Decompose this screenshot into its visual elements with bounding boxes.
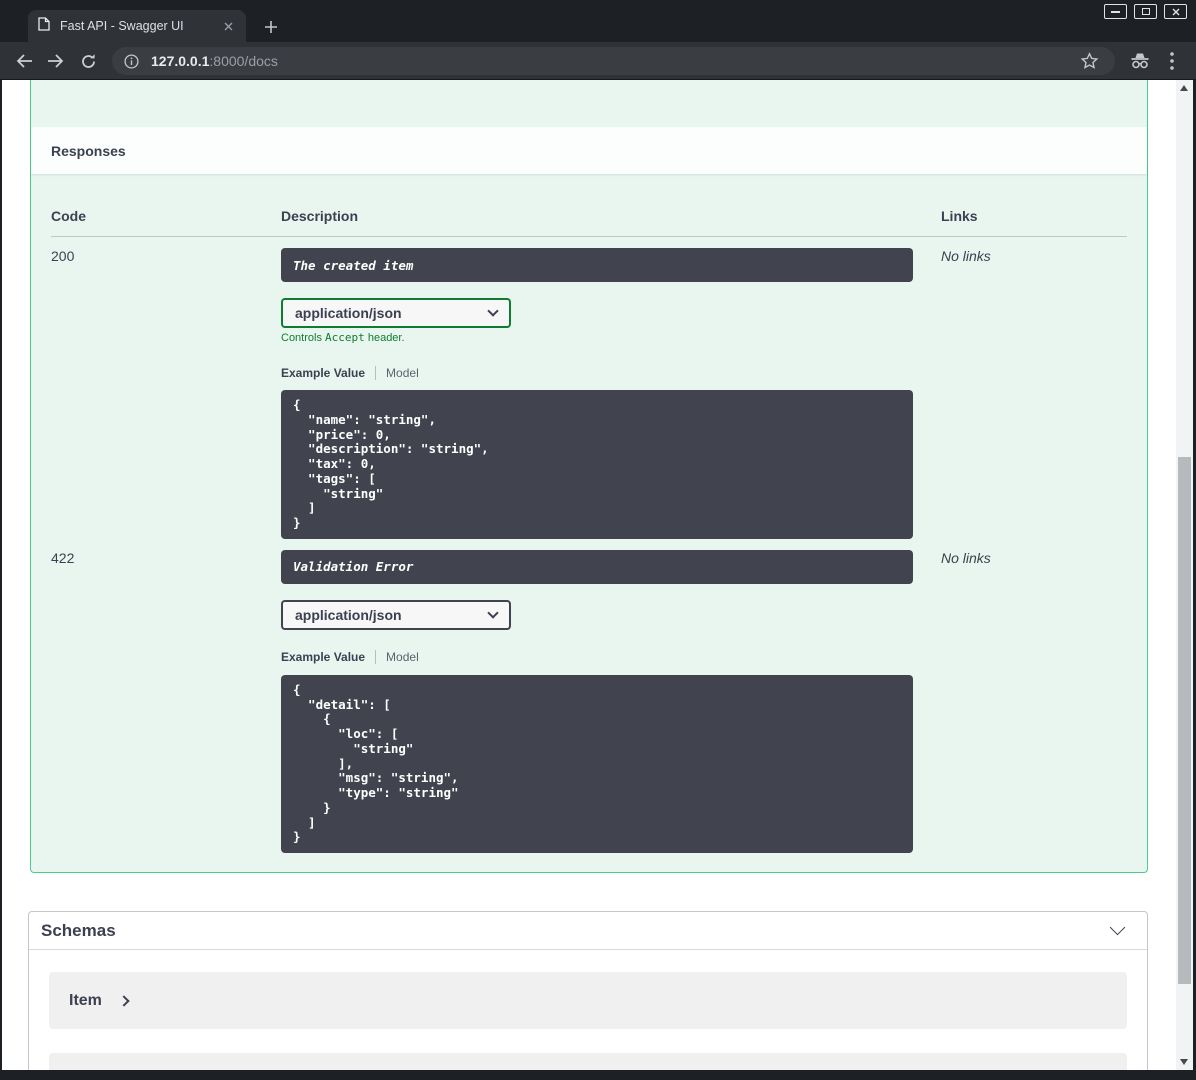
tab-title: Fast API - Swagger UI xyxy=(60,19,184,33)
response-code-422: 422 xyxy=(51,549,75,566)
media-type-select-422[interactable]: application/json xyxy=(281,599,511,630)
forward-button[interactable] xyxy=(45,51,67,71)
schemas-title: Schemas xyxy=(41,920,116,940)
responses-section-header: Responses xyxy=(31,127,1147,174)
endpoint-panel-spacer xyxy=(31,80,1147,127)
response-description-200: The created item application/json Contro… xyxy=(281,237,941,539)
response-links-200: No links xyxy=(941,248,991,264)
response-description-box: The created item xyxy=(281,248,913,282)
browser-menu-icon[interactable] xyxy=(1160,50,1184,72)
column-header-code: Code xyxy=(51,194,281,237)
example-model-tabs: Example Value Model xyxy=(281,365,941,380)
media-type-select-200[interactable]: application/json xyxy=(281,298,511,328)
browser-tab[interactable]: Fast API - Swagger UI xyxy=(28,10,246,42)
incognito-icon xyxy=(1128,50,1152,72)
tab-separator xyxy=(375,650,377,665)
bookmark-star-icon[interactable] xyxy=(1080,52,1099,70)
responses-title: Responses xyxy=(51,142,126,159)
scroll-down-arrow-icon[interactable] xyxy=(1180,1059,1188,1065)
response-links-422: No links xyxy=(941,549,991,566)
url-path: :8000/docs xyxy=(209,53,278,69)
column-header-links: Links xyxy=(941,194,1127,237)
page-viewport: Responses Code Description Links 200 The… xyxy=(2,80,1193,1070)
address-bar[interactable]: 127.0.0.1:8000/docs xyxy=(112,47,1115,75)
example-model-tabs: Example Value Model xyxy=(281,650,941,665)
tab-close-icon[interactable] xyxy=(220,18,236,34)
url-text: 127.0.0.1:8000/docs xyxy=(151,53,1080,69)
url-host: 127.0.0.1 xyxy=(151,53,210,69)
schema-validationerror-card[interactable]: ValidationError xyxy=(49,1053,1127,1070)
accept-header-note: Controls Accept header. xyxy=(281,331,405,344)
chevron-down-icon xyxy=(487,607,499,619)
swagger-content: Responses Code Description Links 200 The… xyxy=(2,80,1176,1070)
tab-example-value[interactable]: Example Value xyxy=(281,366,365,380)
response-description-422: Validation Error application/json Exampl… xyxy=(281,539,941,853)
browser-window: Fast API - Swagger UI 127.0.0.1:8000/doc… xyxy=(0,0,1196,1080)
chevron-down-icon[interactable] xyxy=(1109,919,1126,936)
minimize-button[interactable] xyxy=(1104,4,1127,19)
schema-item-card[interactable]: Item xyxy=(49,972,1127,1029)
scrollbar-thumb[interactable] xyxy=(1178,457,1191,984)
close-button[interactable] xyxy=(1164,4,1187,19)
reload-button[interactable] xyxy=(77,51,99,71)
responses-table: Code Description Links 200 The created i… xyxy=(31,174,1147,872)
schemas-header[interactable]: Schemas xyxy=(29,912,1147,950)
schemas-section: Schemas Item ValidationError xyxy=(28,911,1148,1070)
maximize-button[interactable] xyxy=(1134,4,1157,19)
browser-toolbar: 127.0.0.1:8000/docs xyxy=(0,42,1196,80)
response-code-200: 200 xyxy=(51,248,75,264)
new-tab-button[interactable] xyxy=(258,14,284,40)
schemas-models: Item ValidationError xyxy=(29,950,1147,1070)
titlebar: Fast API - Swagger UI xyxy=(0,0,1196,42)
tab-separator xyxy=(375,365,377,380)
tab-example-value[interactable]: Example Value xyxy=(281,650,365,664)
endpoint-panel: Responses Code Description Links 200 The… xyxy=(30,80,1148,873)
page-scrollbar[interactable] xyxy=(1176,80,1193,1070)
window-controls xyxy=(1104,4,1187,19)
chevron-down-icon xyxy=(487,305,499,317)
tab-model[interactable]: Model xyxy=(386,650,419,664)
chevron-right-icon xyxy=(118,994,130,1007)
page-favicon-icon xyxy=(38,16,50,36)
site-info-icon[interactable] xyxy=(124,53,139,69)
scroll-up-arrow-icon[interactable] xyxy=(1180,85,1188,91)
response-description-box: Validation Error xyxy=(281,549,913,584)
back-button[interactable] xyxy=(13,51,35,71)
column-header-description: Description xyxy=(281,194,941,237)
example-json-200: { "name": "string", "price": 0, "descrip… xyxy=(281,390,913,539)
example-json-422: { "detail": [ { "loc": [ "string" ], "ms… xyxy=(281,674,913,853)
tab-model[interactable]: Model xyxy=(386,366,419,380)
